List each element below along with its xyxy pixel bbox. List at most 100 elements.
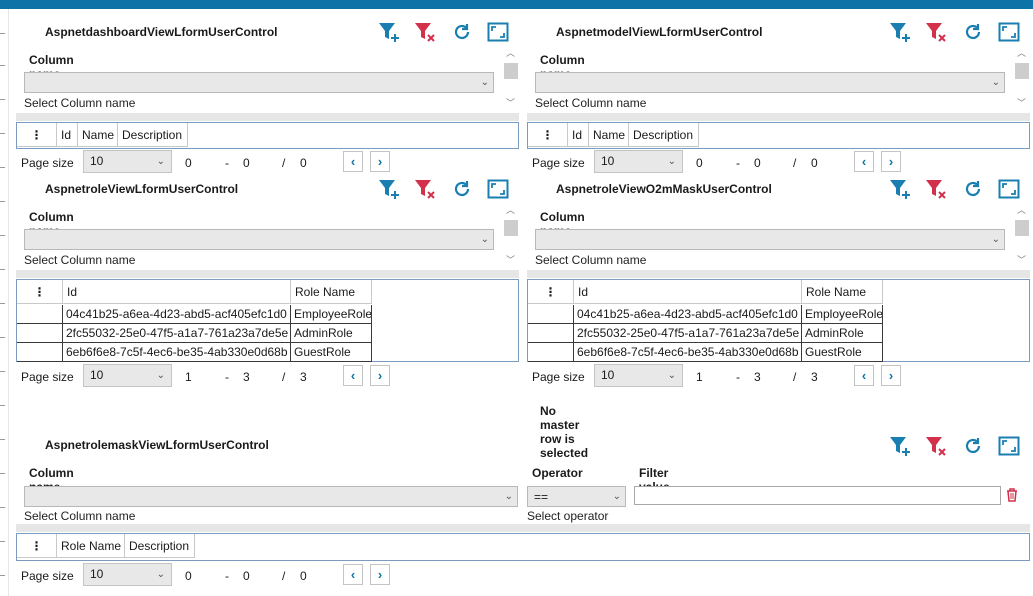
cell-role-name[interactable]: GuestRole bbox=[802, 343, 883, 362]
column-name-combo[interactable]: ⌄ bbox=[24, 72, 494, 93]
data-grid[interactable]: ⋮ Id Role Name 04c41b25-a6ea-4d23-abd5-a… bbox=[527, 279, 1030, 362]
column-header-role-name[interactable]: Role Name bbox=[802, 280, 883, 304]
row-selector[interactable] bbox=[528, 324, 574, 343]
scroll-down-icon[interactable]: ﹀ bbox=[1017, 99, 1026, 108]
operator-select[interactable]: == ⌄ bbox=[527, 486, 626, 507]
maximize-icon[interactable] bbox=[991, 177, 1027, 201]
filter-clear-icon[interactable] bbox=[919, 20, 955, 44]
splitter-bar[interactable] bbox=[527, 270, 1030, 278]
column-header-description[interactable]: Description bbox=[125, 534, 195, 558]
scroll-up-icon[interactable]: ︿ bbox=[506, 49, 515, 58]
row-selector[interactable] bbox=[17, 343, 63, 362]
grid-menu-icon[interactable]: ⋮ bbox=[17, 534, 57, 558]
refresh-icon[interactable] bbox=[955, 177, 991, 201]
next-page-button[interactable]: › bbox=[370, 365, 390, 386]
column-header-description[interactable]: Description bbox=[118, 123, 188, 147]
cell-id[interactable]: 04c41b25-a6ea-4d23-abd5-acf405efc1d0 bbox=[574, 305, 802, 324]
column-header-name[interactable]: Name bbox=[78, 123, 118, 147]
filter-add-icon[interactable] bbox=[883, 20, 919, 44]
splitter-bar[interactable] bbox=[527, 113, 1030, 121]
grid-menu-icon[interactable]: ⋮ bbox=[17, 280, 63, 304]
table-row[interactable]: 04c41b25-a6ea-4d23-abd5-acf405efc1d0 Emp… bbox=[528, 305, 883, 324]
cell-role-name[interactable]: EmployeeRole bbox=[291, 305, 372, 324]
table-row[interactable]: 2fc55032-25e0-47f5-a1a7-761a23a7de5e Adm… bbox=[528, 324, 883, 343]
table-row[interactable]: 6eb6f6e8-7c5f-4ec6-be35-4ab330e0d68b Gue… bbox=[528, 343, 883, 362]
splitter-bar[interactable] bbox=[16, 524, 1030, 532]
column-header-id[interactable]: Id bbox=[63, 280, 291, 304]
maximize-icon[interactable] bbox=[991, 20, 1027, 44]
scroll-thumb[interactable] bbox=[1015, 220, 1029, 236]
row-selector[interactable] bbox=[528, 305, 574, 324]
splitter-bar[interactable] bbox=[16, 270, 519, 278]
next-page-button[interactable]: › bbox=[370, 151, 390, 172]
row-selector[interactable] bbox=[528, 343, 574, 362]
grid-menu-icon[interactable]: ⋮ bbox=[528, 280, 574, 304]
prev-page-button[interactable]: ‹ bbox=[854, 151, 874, 172]
cell-role-name[interactable]: GuestRole bbox=[291, 343, 372, 362]
scroll-up-icon[interactable]: ︿ bbox=[1017, 206, 1026, 215]
data-grid[interactable]: ⋮ Id Name Description bbox=[16, 122, 519, 149]
filter-clear-icon[interactable] bbox=[919, 177, 955, 201]
column-header-id[interactable]: Id bbox=[574, 280, 802, 304]
vertical-scrollbar[interactable]: ︿ ﹀ bbox=[503, 204, 519, 268]
filter-add-icon[interactable] bbox=[372, 177, 408, 201]
page-size-select[interactable]: 10 ⌄ bbox=[83, 563, 172, 586]
vertical-scrollbar[interactable]: ︿ ﹀ bbox=[1014, 204, 1030, 268]
splitter-bar[interactable] bbox=[16, 113, 519, 121]
column-header-name[interactable]: Name bbox=[589, 123, 629, 147]
scroll-thumb[interactable] bbox=[504, 220, 518, 236]
filter-clear-icon[interactable] bbox=[408, 177, 444, 201]
data-grid[interactable]: ⋮ Role Name Description bbox=[16, 533, 1030, 561]
scroll-thumb[interactable] bbox=[1015, 63, 1029, 79]
refresh-icon[interactable] bbox=[444, 20, 480, 44]
table-row[interactable]: 6eb6f6e8-7c5f-4ec6-be35-4ab330e0d68b Gue… bbox=[17, 343, 372, 362]
cell-role-name[interactable]: AdminRole bbox=[802, 324, 883, 343]
column-name-combo[interactable]: ⌄ bbox=[535, 229, 1005, 250]
page-size-select[interactable]: 10 ⌄ bbox=[594, 150, 683, 173]
cell-role-name[interactable]: EmployeeRole bbox=[802, 305, 883, 324]
next-page-button[interactable]: › bbox=[881, 151, 901, 172]
column-header-description[interactable]: Description bbox=[629, 123, 699, 147]
refresh-icon[interactable] bbox=[444, 177, 480, 201]
scroll-down-icon[interactable]: ﹀ bbox=[506, 256, 515, 265]
scroll-down-icon[interactable]: ﹀ bbox=[506, 99, 515, 108]
maximize-icon[interactable] bbox=[480, 177, 516, 201]
grid-menu-icon[interactable]: ⋮ bbox=[528, 123, 568, 147]
next-page-button[interactable]: › bbox=[370, 564, 390, 585]
cell-id[interactable]: 2fc55032-25e0-47f5-a1a7-761a23a7de5e bbox=[574, 324, 802, 343]
prev-page-button[interactable]: ‹ bbox=[854, 365, 874, 386]
table-row[interactable]: 2fc55032-25e0-47f5-a1a7-761a23a7de5e Adm… bbox=[17, 324, 372, 343]
scroll-thumb[interactable] bbox=[504, 63, 518, 79]
trash-icon[interactable] bbox=[1005, 487, 1019, 503]
filter-clear-icon[interactable] bbox=[408, 20, 444, 44]
scroll-up-icon[interactable]: ︿ bbox=[1017, 49, 1026, 58]
page-size-select[interactable]: 10 ⌄ bbox=[594, 364, 683, 387]
scroll-up-icon[interactable]: ︿ bbox=[506, 206, 515, 215]
column-header-id[interactable]: Id bbox=[57, 123, 78, 147]
row-selector[interactable] bbox=[17, 305, 63, 324]
prev-page-button[interactable]: ‹ bbox=[343, 151, 363, 172]
filter-clear-icon[interactable] bbox=[919, 434, 955, 458]
column-name-combo[interactable]: ⌄ bbox=[24, 486, 518, 507]
cell-id[interactable]: 2fc55032-25e0-47f5-a1a7-761a23a7de5e bbox=[63, 324, 291, 343]
maximize-icon[interactable] bbox=[480, 20, 516, 44]
cell-role-name[interactable]: AdminRole bbox=[291, 324, 372, 343]
page-size-select[interactable]: 10 ⌄ bbox=[83, 150, 172, 173]
prev-page-button[interactable]: ‹ bbox=[343, 564, 363, 585]
filter-add-icon[interactable] bbox=[372, 20, 408, 44]
grid-menu-icon[interactable]: ⋮ bbox=[17, 123, 57, 147]
refresh-icon[interactable] bbox=[955, 434, 991, 458]
cell-id[interactable]: 6eb6f6e8-7c5f-4ec6-be35-4ab330e0d68b bbox=[574, 343, 802, 362]
data-grid[interactable]: ⋮ Id Role Name 04c41b25-a6ea-4d23-abd5-a… bbox=[16, 279, 519, 362]
cell-id[interactable]: 04c41b25-a6ea-4d23-abd5-acf405efc1d0 bbox=[63, 305, 291, 324]
cell-id[interactable]: 6eb6f6e8-7c5f-4ec6-be35-4ab330e0d68b bbox=[63, 343, 291, 362]
filter-add-icon[interactable] bbox=[883, 177, 919, 201]
next-page-button[interactable]: › bbox=[881, 365, 901, 386]
column-header-id[interactable]: Id bbox=[568, 123, 589, 147]
scroll-down-icon[interactable]: ﹀ bbox=[1017, 256, 1026, 265]
row-selector[interactable] bbox=[17, 324, 63, 343]
column-header-role-name[interactable]: Role Name bbox=[57, 534, 125, 558]
column-name-combo[interactable]: ⌄ bbox=[24, 229, 494, 250]
page-size-select[interactable]: 10 ⌄ bbox=[83, 364, 172, 387]
prev-page-button[interactable]: ‹ bbox=[343, 365, 363, 386]
